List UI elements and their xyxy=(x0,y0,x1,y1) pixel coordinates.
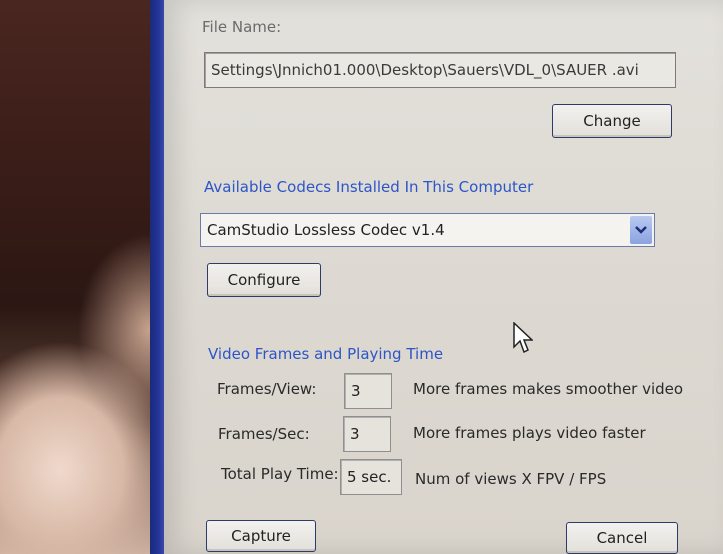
codec-select[interactable]: CamStudio Lossless Codec v1.4 xyxy=(200,213,655,247)
frames-per-view-label: Frames/View: xyxy=(217,380,317,398)
file-name-field[interactable]: Settings\Jnnich01.000\Desktop\Sauers\VDL… xyxy=(204,52,676,88)
chevron-down-icon[interactable] xyxy=(630,216,652,244)
background-photo-edge xyxy=(0,0,170,554)
frames-per-sec-label: Frames/Sec: xyxy=(218,425,310,443)
capture-settings-dialog: File Name: Settings\Jnnich01.000\Desktop… xyxy=(164,0,723,554)
capture-button[interactable]: Capture xyxy=(206,520,316,552)
frames-per-view-hint: More frames makes smoother video xyxy=(413,380,684,398)
window-frame xyxy=(150,0,164,554)
codecs-group-label: Available Codecs Installed In This Compu… xyxy=(204,178,534,196)
video-group-label: Video Frames and Playing Time xyxy=(208,345,444,363)
total-play-time-field: 5 sec. xyxy=(340,459,402,495)
codec-select-value: CamStudio Lossless Codec v1.4 xyxy=(207,221,445,239)
cancel-button[interactable]: Cancel xyxy=(566,522,678,554)
frames-per-sec-input[interactable]: 3 xyxy=(343,416,391,452)
play-time-formula: Num of views X FPV / FPS xyxy=(415,470,607,488)
mouse-pointer-icon xyxy=(513,321,534,358)
configure-button[interactable]: Configure xyxy=(207,263,321,297)
total-play-time-label: Total Play Time: xyxy=(221,465,339,483)
frames-per-view-input[interactable]: 3 xyxy=(344,373,392,409)
frames-per-sec-hint: More frames plays video faster xyxy=(413,424,646,442)
change-button[interactable]: Change xyxy=(552,104,672,138)
file-name-label: File Name: xyxy=(202,18,282,36)
